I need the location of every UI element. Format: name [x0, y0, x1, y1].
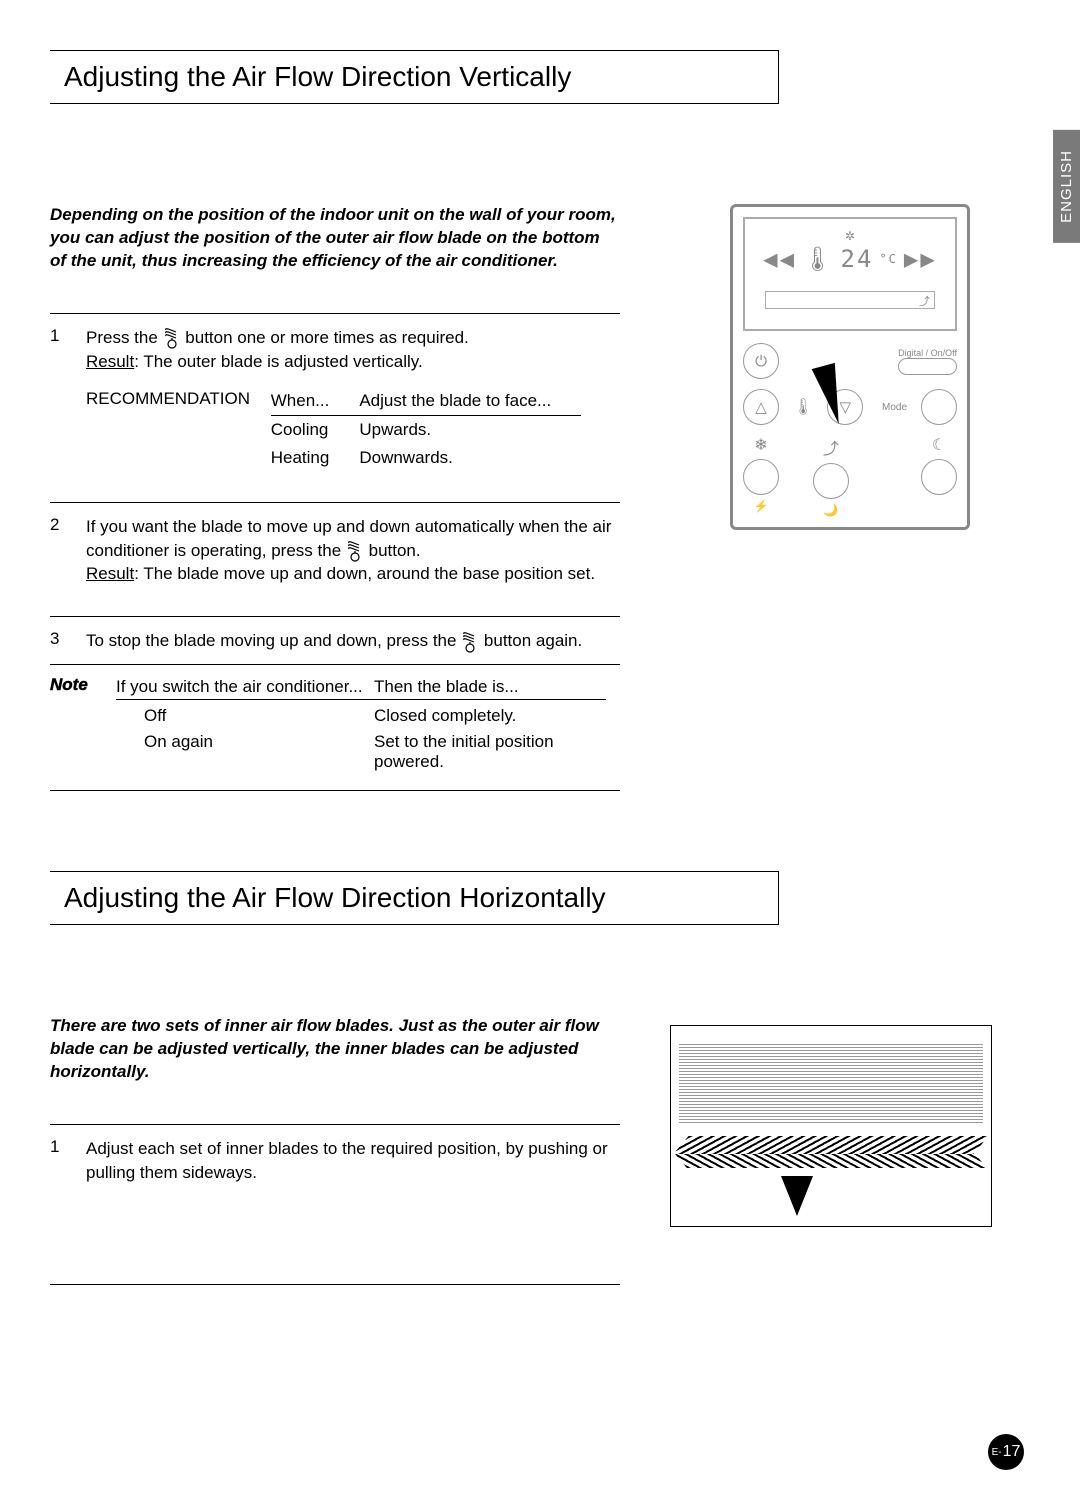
- intro-horizontal: There are two sets of inner air flow bla…: [50, 1015, 620, 1084]
- result-label: Result: [86, 564, 134, 583]
- remote-lcd: ✲ ◀◀ 🌡 24 °C ▶▶ ⤴: [743, 217, 957, 331]
- section-title-horizontal: Adjusting the Air Flow Direction Horizon…: [50, 871, 779, 925]
- rec-r2c1: Heating: [271, 444, 360, 472]
- step-1: 1 Press the button one or more times as …: [50, 313, 620, 502]
- step-number: 1: [50, 326, 70, 472]
- thermometer-icon: 🌡: [793, 397, 813, 417]
- step1-text-b: button one or more times as required.: [185, 328, 468, 347]
- mode-label: Mode: [882, 402, 907, 413]
- digital-onoff-label: Digital / On/Off: [898, 348, 957, 358]
- rec-r2c2: Downwards.: [359, 444, 581, 472]
- lcd-status-bar: ⤴: [765, 291, 935, 309]
- result-text: : The outer blade is adjusted vertically…: [134, 352, 423, 371]
- vent-blades-icon: [675, 1154, 987, 1168]
- recommendation-label: RECOMMENDATION: [86, 387, 266, 411]
- thermometer-icon: 🌡: [802, 245, 834, 273]
- quiet-icon: 🌙: [823, 503, 838, 517]
- sleep-icon: ☾: [932, 435, 946, 455]
- pointer-arrow-icon: [781, 1176, 813, 1216]
- step2-text-b: button.: [369, 541, 421, 560]
- swing-button: [813, 463, 849, 499]
- arrow-left-icon: ◀◀: [763, 245, 796, 273]
- turbo-icon: ⚡: [754, 499, 769, 513]
- swing-icon: [346, 540, 364, 562]
- note-h2: Then the blade is...: [374, 675, 606, 700]
- result-label: Result: [86, 352, 134, 371]
- swing-icon: [163, 327, 181, 349]
- mode-button: [921, 389, 957, 425]
- page-number-value: 17: [1003, 1443, 1021, 1461]
- note-label: Note: [50, 675, 100, 772]
- rec-h2: Adjust the blade to face...: [359, 387, 581, 415]
- section-title-vertical: Adjusting the Air Flow Direction Vertica…: [50, 50, 779, 104]
- step3-text-a: To stop the blade moving up and down, pr…: [86, 631, 461, 650]
- arrow-right-icon: ▶▶: [904, 245, 937, 273]
- temp-up-button: △: [743, 389, 779, 425]
- note-r2c2: Set to the initial position powered.: [374, 726, 606, 772]
- note-block: Note If you switch the air conditioner..…: [50, 664, 620, 791]
- note-r1c1: Off: [116, 699, 374, 726]
- lcd-temp-unit: °C: [879, 252, 897, 266]
- section-horizontal: Adjusting the Air Flow Direction Horizon…: [50, 871, 1030, 1285]
- step-1-horizontal: 1 Adjust each set of inner blades to the…: [50, 1124, 620, 1286]
- fan-speed-button: [743, 459, 779, 495]
- step-number: 2: [50, 515, 70, 586]
- sun-icon: ✲: [845, 225, 855, 244]
- indoor-unit-figure: [670, 1025, 992, 1227]
- step-number: 3: [50, 629, 70, 653]
- swing-icon: ⤴: [823, 435, 839, 459]
- section-vertical: Adjusting the Air Flow Direction Vertica…: [50, 50, 1030, 791]
- rec-r1c1: Cooling: [271, 416, 360, 444]
- lcd-temp: 24: [841, 245, 874, 273]
- rec-h1: When...: [271, 387, 360, 415]
- page-number-prefix: E-: [992, 1447, 1002, 1458]
- note-r1c2: Closed completely.: [374, 699, 606, 726]
- sleep-button: [921, 459, 957, 495]
- manual-page: ENGLISH Adjusting the Air Flow Direction…: [0, 0, 1080, 1510]
- digital-onoff-button: [898, 358, 957, 375]
- swing-icon: ⤴: [919, 293, 930, 309]
- recommendation-table: When... Adjust the blade to face... Cool…: [271, 387, 581, 471]
- intro-vertical: Depending on the position of the indoor …: [50, 204, 620, 273]
- power-button: ⏻: [743, 343, 779, 379]
- page-number: E-17: [988, 1434, 1024, 1470]
- swing-icon: [461, 631, 479, 653]
- step3-text-b: button again.: [484, 631, 582, 650]
- fan-icon: ❄: [754, 435, 767, 455]
- step-2: 2 If you want the blade to move up and d…: [50, 502, 620, 616]
- step1-text-a: Press the: [86, 328, 163, 347]
- remote-control-figure: ✲ ◀◀ 🌡 24 °C ▶▶ ⤴ ⏻: [730, 204, 970, 530]
- vent-blades-icon: [673, 1136, 988, 1154]
- rec-r1c2: Upwards.: [359, 416, 581, 444]
- note-table: If you switch the air conditioner... The…: [116, 675, 606, 772]
- step-number: 1: [50, 1137, 70, 1185]
- note-h1: If you switch the air conditioner...: [116, 675, 374, 700]
- note-r2c1: On again: [116, 726, 374, 772]
- step-3: 3 To stop the blade moving up and down, …: [50, 616, 620, 665]
- language-tab: ENGLISH: [1053, 130, 1080, 243]
- step1-horizontal-text: Adjust each set of inner blades to the r…: [86, 1137, 620, 1185]
- result-text: : The blade move up and down, around the…: [134, 564, 595, 583]
